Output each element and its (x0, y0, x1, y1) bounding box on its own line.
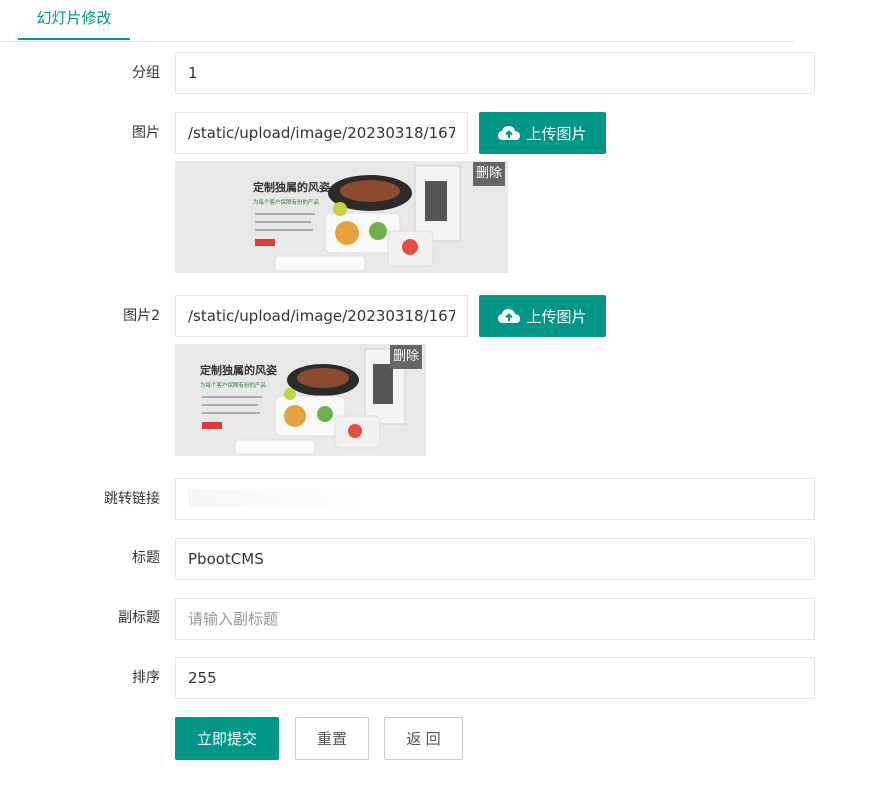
banner2-title: 定制独属的风姿 (200, 363, 277, 377)
subtitle-input[interactable] (175, 598, 815, 640)
image2-label: 图片2 (123, 308, 160, 324)
cloud-upload-icon (498, 126, 521, 140)
tab-bar: 幻灯片修改 (0, 0, 795, 42)
upload-image2-button[interactable]: 上传图片 (479, 295, 606, 337)
cloud-upload-icon (498, 309, 521, 323)
back-button[interactable]: 返 回 (384, 717, 463, 760)
group-input[interactable] (175, 52, 815, 94)
banner-subtitle: 为每个客户保障有份的产品 (253, 198, 320, 206)
upload-image2-label: 上传图片 (526, 308, 587, 326)
image-preview: 定制独属的风姿 为每个客户保障有份的产品 删除 (175, 161, 508, 273)
image-path-input[interactable] (175, 112, 468, 154)
submit-button[interactable]: 立即提交 (175, 717, 279, 760)
subtitle-label: 副标题 (118, 610, 160, 626)
sort-label: 排序 (132, 670, 160, 686)
banner-title: 定制独属的风姿 (253, 180, 330, 194)
image-label: 图片 (132, 125, 160, 141)
upload-image-label: 上传图片 (526, 125, 587, 143)
group-label: 分组 (132, 65, 160, 81)
sort-input[interactable] (175, 657, 815, 699)
delete-image2-button[interactable]: 删除 (390, 345, 423, 369)
delete-image-button[interactable]: 删除 (473, 162, 506, 186)
upload-image-button[interactable]: 上传图片 (479, 112, 606, 154)
image2-path-input[interactable] (175, 295, 468, 337)
image2-preview: 定制独属的风姿 为每个客户保障有份的产品 删除 (175, 344, 426, 456)
link-input-blurred-text (188, 489, 368, 507)
banner2-subtitle: 为每个客户保障有份的产品 (200, 381, 267, 389)
title-label: 标题 (132, 550, 160, 566)
tab-slide-edit[interactable]: 幻灯片修改 (18, 0, 130, 40)
reset-button[interactable]: 重置 (295, 717, 369, 760)
title-input[interactable] (175, 538, 815, 580)
link-label: 跳转链接 (104, 491, 160, 507)
